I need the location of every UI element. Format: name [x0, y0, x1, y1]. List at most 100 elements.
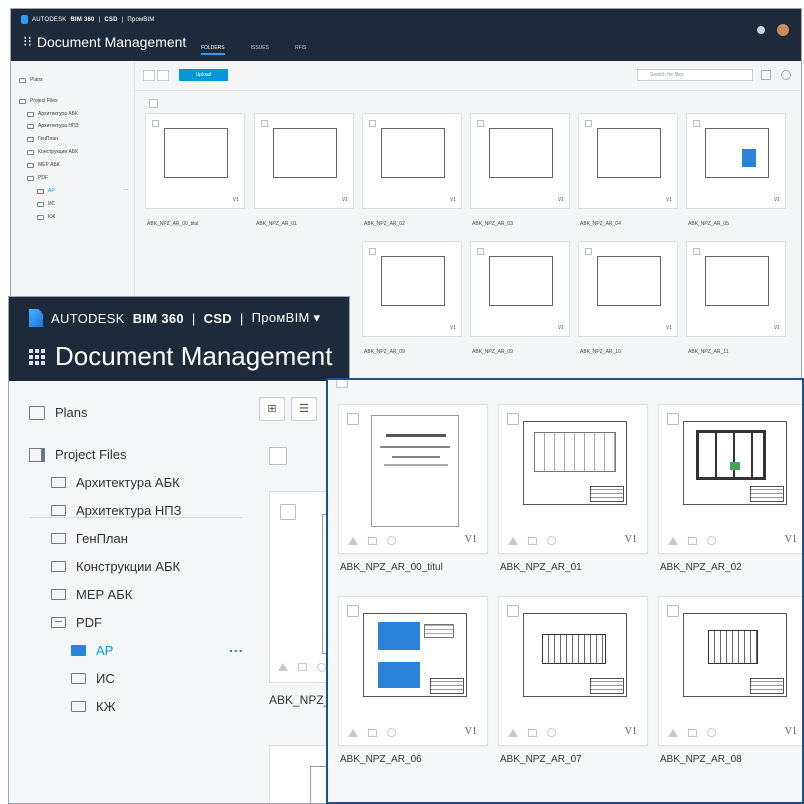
- file-card[interactable]: V1: [658, 404, 802, 554]
- file-card[interactable]: V1: [362, 113, 462, 209]
- markup-icon[interactable]: [688, 728, 697, 737]
- file-card[interactable]: V1: [658, 596, 802, 746]
- file-name[interactable]: ABK_NPZ_AR_11: [688, 349, 728, 355]
- sidebar-folder[interactable]: КЖ: [71, 699, 116, 714]
- issue-icon[interactable]: [348, 536, 358, 545]
- sidebar-folder[interactable]: Архитектура АБК: [51, 475, 180, 490]
- grid-view-icon[interactable]: [143, 70, 155, 81]
- card-checkbox[interactable]: [667, 605, 679, 617]
- issue-icon[interactable]: [348, 728, 358, 737]
- file-name[interactable]: ABK_NPZ_AR_09: [364, 349, 405, 355]
- issue-icon[interactable]: [508, 728, 518, 737]
- sidebar-folder[interactable]: MEP АБК: [27, 162, 60, 168]
- sidebar-item-project-files[interactable]: Project Files: [19, 98, 58, 104]
- account-label[interactable]: CSD: [204, 311, 232, 326]
- markup-icon[interactable]: [368, 728, 377, 737]
- file-card[interactable]: V1: [470, 241, 570, 337]
- select-all-checkbox[interactable]: [149, 99, 158, 108]
- version-badge[interactable]: V1: [465, 534, 477, 545]
- file-name[interactable]: ABK_NPZ_AR_03: [472, 221, 513, 227]
- markup-icon[interactable]: [298, 663, 307, 671]
- version-badge[interactable]: V1: [785, 726, 797, 737]
- card-checkbox[interactable]: [667, 413, 679, 425]
- sidebar-folder[interactable]: Архитектура НПЗ: [27, 123, 79, 129]
- file-name[interactable]: ABK_NPZ_AR_04: [580, 221, 621, 227]
- avatar[interactable]: [777, 24, 789, 36]
- history-icon[interactable]: [547, 728, 556, 737]
- file-name[interactable]: ABK_NPZ_AR_07: [500, 754, 582, 765]
- file-card[interactable]: V1: [145, 113, 245, 209]
- folder-more-button[interactable]: ...: [124, 186, 128, 192]
- sidebar-folder[interactable]: ГенПлан: [51, 531, 128, 546]
- sidebar-folder[interactable]: Архитектура НПЗ: [51, 503, 182, 518]
- card-checkbox[interactable]: [507, 605, 519, 617]
- sidebar-item-plans[interactable]: Plans: [19, 77, 43, 83]
- markup-icon[interactable]: [688, 536, 697, 545]
- waffle-icon[interactable]: ⁝⁝: [23, 33, 32, 50]
- sidebar-folder[interactable]: ИС: [37, 201, 55, 207]
- markup-icon[interactable]: [368, 536, 377, 545]
- card-checkbox[interactable]: [347, 605, 359, 617]
- file-card[interactable]: V1: [578, 241, 678, 337]
- file-card[interactable]: V1: [498, 404, 648, 554]
- grid-view-icon[interactable]: ⊞: [259, 397, 285, 421]
- file-card[interactable]: V1: [686, 113, 786, 209]
- issue-icon[interactable]: [508, 536, 518, 545]
- account-label[interactable]: CSD: [104, 17, 117, 23]
- history-icon[interactable]: [387, 536, 396, 545]
- issue-icon[interactable]: [668, 728, 678, 737]
- version-badge[interactable]: V1: [465, 726, 477, 737]
- file-card[interactable]: V1: [470, 113, 570, 209]
- card-checkbox[interactable]: [280, 504, 296, 520]
- help-icon[interactable]: [757, 26, 765, 34]
- version-badge[interactable]: V1: [625, 726, 637, 737]
- version-badge[interactable]: V1: [785, 534, 797, 545]
- project-selector[interactable]: ПромBIM: [127, 17, 154, 23]
- select-all-checkbox[interactable]: [269, 447, 287, 465]
- file-card[interactable]: V1: [498, 596, 648, 746]
- file-name[interactable]: ABK_NPZ_AR_09: [472, 349, 513, 355]
- file-name[interactable]: ABK_NPZ_AR_06: [340, 754, 422, 765]
- file-name[interactable]: ABK_NPZ_AR_02: [660, 562, 742, 573]
- file-name[interactable]: ABK_NPZ_AR_02: [364, 221, 405, 227]
- folder-more-button[interactable]: ...: [229, 639, 244, 655]
- file-name[interactable]: ABK_NPZ_AR_01: [256, 221, 297, 227]
- tab-rfis[interactable]: RFIS: [295, 45, 306, 55]
- sidebar-folder-active[interactable]: АР: [37, 188, 55, 194]
- file-name[interactable]: ABK_NPZ_AR_01: [500, 562, 582, 573]
- project-selector[interactable]: ПромBIM ▾: [252, 310, 321, 326]
- search-input[interactable]: Search for files: [637, 69, 753, 81]
- settings-icon[interactable]: [781, 70, 791, 80]
- history-icon[interactable]: [707, 536, 716, 545]
- file-card[interactable]: V1: [578, 113, 678, 209]
- sidebar-item-project-files[interactable]: Project Files: [29, 447, 127, 462]
- waffle-icon[interactable]: [29, 348, 45, 365]
- file-card[interactable]: V1: [254, 113, 354, 209]
- sidebar-folder[interactable]: MEP АБК: [51, 587, 132, 602]
- card-checkbox[interactable]: [347, 413, 359, 425]
- sidebar-item-plans[interactable]: Plans: [29, 405, 88, 420]
- sidebar-folder[interactable]: ИС: [71, 671, 115, 686]
- tab-folders[interactable]: FOLDERS: [201, 45, 225, 55]
- upload-button[interactable]: Upload: [179, 69, 228, 81]
- sidebar-folder[interactable]: PDF: [51, 615, 102, 630]
- tab-issues[interactable]: ISSUES: [251, 45, 269, 55]
- sidebar-folder[interactable]: PDF: [27, 175, 48, 181]
- sidebar-folder[interactable]: Конструкции АБК: [51, 559, 180, 574]
- markup-icon[interactable]: [528, 536, 537, 545]
- select-all-checkbox[interactable]: [336, 380, 348, 388]
- list-view-icon[interactable]: ☰: [291, 397, 317, 421]
- list-view-icon[interactable]: [157, 70, 169, 81]
- issue-icon[interactable]: [668, 536, 678, 545]
- file-name[interactable]: ABK_NPZ_AR_00_titul: [147, 221, 198, 227]
- markup-icon[interactable]: [528, 728, 537, 737]
- file-card[interactable]: V1: [362, 241, 462, 337]
- issue-icon[interactable]: [278, 663, 288, 671]
- file-name[interactable]: ABK_NPZ_AR_05: [688, 221, 729, 227]
- sidebar-folder[interactable]: КЖ: [37, 214, 56, 220]
- sidebar-folder[interactable]: ГенПлан: [27, 136, 58, 142]
- history-icon[interactable]: [317, 663, 326, 672]
- history-icon[interactable]: [547, 536, 556, 545]
- card-checkbox[interactable]: [507, 413, 519, 425]
- history-icon[interactable]: [387, 728, 396, 737]
